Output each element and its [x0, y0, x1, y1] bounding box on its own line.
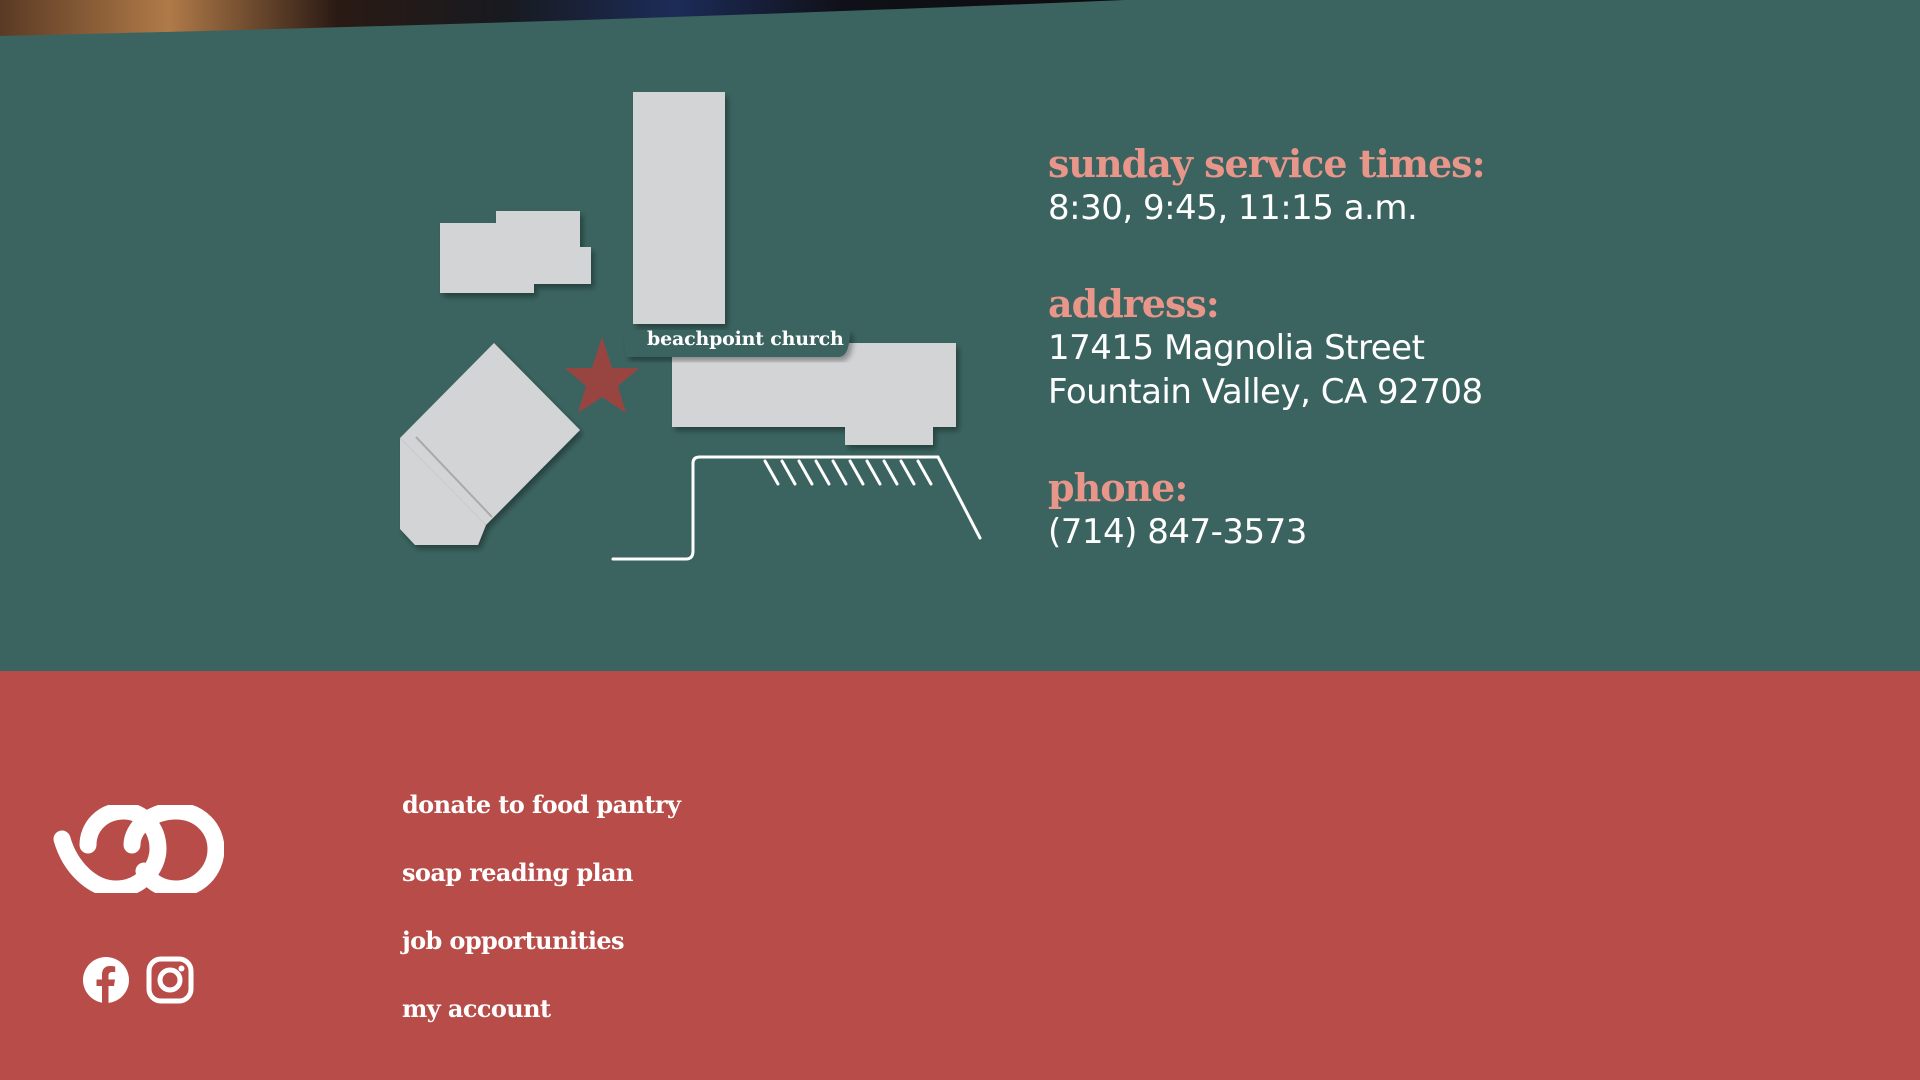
footer-link-job-opportunities[interactable]: job opportunities — [402, 925, 680, 993]
church-info: sunday service times: 8:30, 9:45, 11:15 … — [1048, 141, 1486, 606]
facebook-icon[interactable] — [82, 956, 130, 1004]
map-building-small-right-ext — [570, 247, 591, 284]
address-heading: address: — [1048, 281, 1220, 326]
map-parking-lot — [611, 455, 982, 561]
phone-value[interactable]: (714) 847-3573 — [1048, 510, 1485, 554]
service-times-value: 8:30, 9:45, 11:15 a.m. — [1048, 188, 1418, 228]
hero-image-edge — [0, 0, 1125, 36]
footer-link-soap-reading-plan[interactable]: soap reading plan — [402, 857, 680, 925]
address-block: address: 17415 Magnolia Street Fountain … — [1048, 282, 1485, 414]
location-section: beachpoint church sunday service times: … — [0, 0, 1920, 671]
service-times-block: sunday service times: 8:30, 9:45, 11:15 … — [1048, 141, 1486, 230]
phone-heading: phone: — [1048, 465, 1188, 510]
map-church-label: beachpoint church — [647, 328, 844, 350]
phone-block: phone: (714) 847-3573 — [1048, 466, 1485, 554]
address-line-2: Fountain Valley, CA 92708 — [1048, 372, 1483, 412]
footer-link-donate-food-pantry[interactable]: donate to food pantry — [402, 789, 681, 857]
footer-links: donate to food pantry soap reading plan … — [402, 789, 681, 1061]
map-building-annex — [845, 415, 933, 445]
map-building-small-right — [496, 211, 580, 284]
map-building-tower — [633, 92, 725, 324]
beachpoint-logo[interactable] — [52, 805, 224, 893]
footer-link-my-account[interactable]: my account — [402, 993, 680, 1061]
site-footer: donate to food pantry soap reading plan … — [0, 671, 1920, 1080]
address-line-1: 17415 Magnolia Street — [1048, 328, 1425, 368]
service-times-heading: sunday service times: — [1048, 141, 1486, 186]
instagram-icon[interactable] — [146, 956, 194, 1004]
